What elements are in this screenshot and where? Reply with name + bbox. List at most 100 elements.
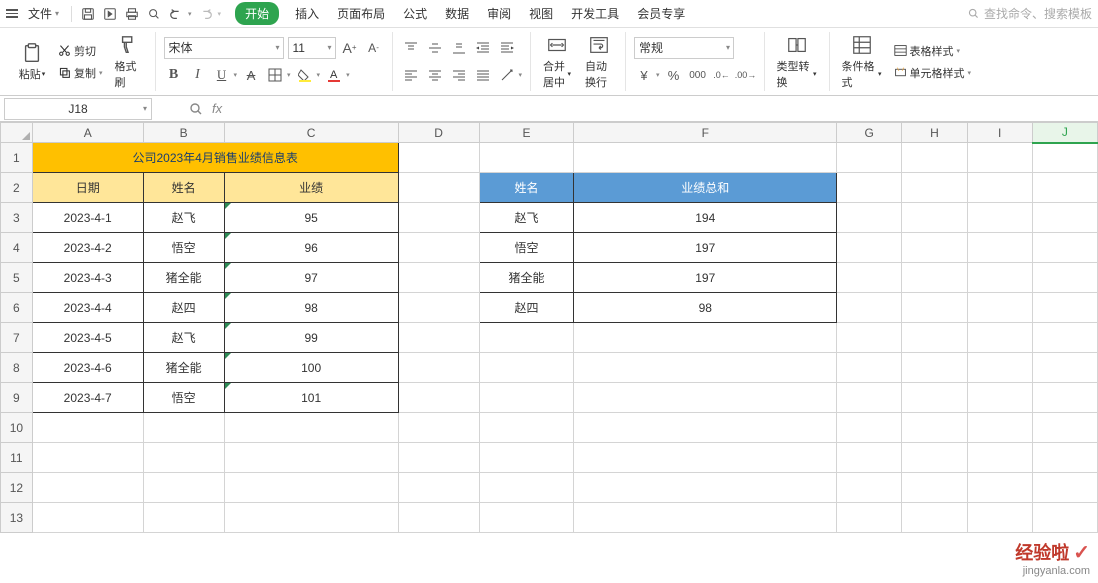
col-header[interactable]: F — [574, 123, 837, 143]
indent-right-icon[interactable] — [497, 38, 517, 58]
data-cell[interactable]: 97 — [224, 263, 398, 293]
row-header[interactable]: 3 — [1, 203, 33, 233]
currency-icon[interactable]: ¥ — [634, 65, 654, 85]
fill-color-button[interactable] — [295, 65, 315, 85]
percent-icon[interactable]: % — [664, 65, 684, 85]
data-cell[interactable]: 98 — [574, 293, 837, 323]
spreadsheet-grid[interactable]: A B C D E F G H I J 1 公司2023年4月销售业绩信息表 2… — [0, 122, 1098, 533]
select-all-corner[interactable] — [1, 123, 33, 143]
data-cell[interactable]: 197 — [574, 233, 837, 263]
col-header[interactable]: A — [32, 123, 143, 143]
align-top-icon[interactable] — [401, 38, 421, 58]
data-cell[interactable]: 197 — [574, 263, 837, 293]
save-icon[interactable] — [80, 6, 96, 22]
tab-start[interactable]: 开始 — [235, 2, 279, 25]
table-header[interactable]: 姓名 — [479, 173, 574, 203]
align-center-icon[interactable] — [425, 65, 445, 85]
table-header[interactable]: 业绩 — [224, 173, 398, 203]
font-name-select[interactable]: 宋体▾ — [164, 37, 284, 59]
col-header[interactable]: B — [143, 123, 224, 143]
fx-label[interactable]: fx — [212, 101, 222, 116]
row-header[interactable]: 13 — [1, 503, 33, 533]
data-cell[interactable]: 95 — [224, 203, 398, 233]
data-cell[interactable]: 2023-4-1 — [32, 203, 143, 233]
preview-icon[interactable] — [146, 6, 162, 22]
row-header[interactable]: 4 — [1, 233, 33, 263]
data-cell[interactable]: 悟空 — [143, 233, 224, 263]
row-header[interactable]: 1 — [1, 143, 33, 173]
align-bottom-icon[interactable] — [449, 38, 469, 58]
data-cell[interactable]: 悟空 — [143, 383, 224, 413]
tab-view[interactable]: 视图 — [527, 1, 555, 26]
table-header[interactable]: 日期 — [32, 173, 143, 203]
paste-button[interactable]: 粘贴▾ — [14, 40, 50, 84]
formula-input[interactable] — [230, 98, 1090, 120]
cell-style-button[interactable]: 单元格样式▾ — [892, 64, 974, 82]
number-format-select[interactable]: 常规▾ — [634, 37, 734, 59]
table-header[interactable]: 业绩总和 — [574, 173, 837, 203]
align-right-icon[interactable] — [449, 65, 469, 85]
row-header[interactable]: 9 — [1, 383, 33, 413]
comma-icon[interactable]: 000 — [688, 65, 708, 85]
data-cell[interactable]: 2023-4-6 — [32, 353, 143, 383]
fx-search-icon[interactable] — [188, 101, 204, 117]
tab-insert[interactable]: 插入 — [293, 1, 321, 26]
row-header[interactable]: 6 — [1, 293, 33, 323]
row-header[interactable]: 12 — [1, 473, 33, 503]
decrease-font-icon[interactable]: A- — [364, 38, 384, 58]
data-cell[interactable]: 96 — [224, 233, 398, 263]
merge-button[interactable]: 合并居中▾ — [539, 32, 575, 92]
bold-button[interactable]: B — [164, 65, 184, 85]
row-header[interactable]: 7 — [1, 323, 33, 353]
underline-button[interactable]: U — [212, 65, 232, 85]
data-cell[interactable]: 赵飞 — [143, 203, 224, 233]
data-cell[interactable]: 2023-4-4 — [32, 293, 143, 323]
data-cell[interactable]: 98 — [224, 293, 398, 323]
redo-icon[interactable] — [198, 6, 214, 22]
row-header[interactable]: 10 — [1, 413, 33, 443]
font-color-button[interactable]: A — [324, 65, 344, 85]
tab-member[interactable]: 会员专享 — [635, 1, 687, 26]
col-header[interactable]: H — [902, 123, 967, 143]
table-style-button[interactable]: 表格样式▾ — [892, 42, 974, 60]
strike-button[interactable]: A — [241, 65, 261, 85]
col-header[interactable]: C — [224, 123, 398, 143]
data-cell[interactable]: 悟空 — [479, 233, 574, 263]
row-header[interactable]: 8 — [1, 353, 33, 383]
italic-button[interactable]: I — [188, 65, 208, 85]
data-cell[interactable]: 猪全能 — [143, 263, 224, 293]
data-cell[interactable]: 194 — [574, 203, 837, 233]
data-cell[interactable]: 2023-4-5 — [32, 323, 143, 353]
data-cell[interactable]: 99 — [224, 323, 398, 353]
orientation-icon[interactable] — [497, 65, 517, 85]
name-box[interactable]: J18▾ — [4, 98, 152, 120]
format-painter-button[interactable]: 格式刷 — [111, 32, 147, 92]
data-cell[interactable]: 2023-4-7 — [32, 383, 143, 413]
align-middle-icon[interactable] — [425, 38, 445, 58]
tab-data[interactable]: 数据 — [443, 1, 471, 26]
data-cell[interactable]: 101 — [224, 383, 398, 413]
align-left-icon[interactable] — [401, 65, 421, 85]
indent-left-icon[interactable] — [473, 38, 493, 58]
command-search[interactable]: 查找命令、搜索模板 — [967, 5, 1092, 22]
table-header[interactable]: 姓名 — [143, 173, 224, 203]
undo-dropdown[interactable]: ▾ — [188, 10, 192, 18]
cut-button[interactable]: 剪切 — [56, 42, 105, 60]
row-header[interactable]: 2 — [1, 173, 33, 203]
table-title[interactable]: 公司2023年4月销售业绩信息表 — [32, 143, 398, 173]
justify-icon[interactable] — [473, 65, 493, 85]
print-icon[interactable] — [124, 6, 140, 22]
row-header[interactable]: 11 — [1, 443, 33, 473]
file-menu[interactable]: 文件▾ — [24, 3, 63, 24]
data-cell[interactable]: 赵飞 — [143, 323, 224, 353]
data-cell[interactable]: 赵四 — [143, 293, 224, 323]
redo-dropdown[interactable]: ▾ — [218, 10, 222, 18]
col-header[interactable]: D — [398, 123, 479, 143]
tab-layout[interactable]: 页面布局 — [335, 1, 387, 26]
cond-format-button[interactable]: 条件格式▾ — [838, 32, 886, 92]
hamburger-icon[interactable] — [6, 9, 18, 18]
font-size-select[interactable]: 11▾ — [288, 37, 336, 59]
data-cell[interactable]: 赵飞 — [479, 203, 574, 233]
data-cell[interactable]: 猪全能 — [143, 353, 224, 383]
col-header[interactable]: G — [837, 123, 902, 143]
